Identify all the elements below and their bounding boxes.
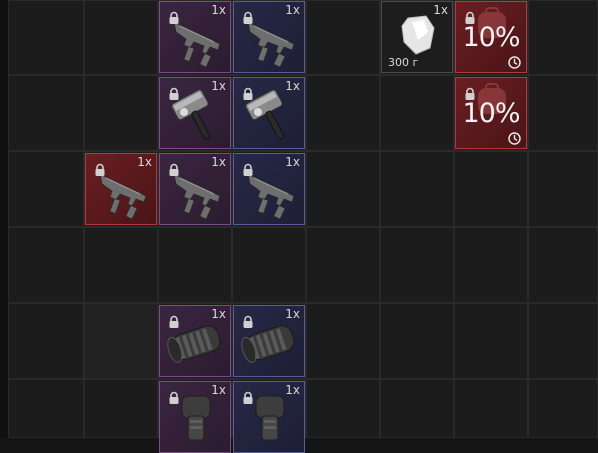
item-quantity: 1x — [211, 383, 226, 397]
inventory-item-magazine[interactable]: 1x — [233, 381, 305, 453]
inventory-empty-slot[interactable] — [380, 379, 454, 438]
inventory-empty-slot[interactable] — [454, 227, 528, 303]
inventory-empty-slot[interactable] — [306, 227, 380, 303]
inventory-item-part[interactable]: 1x — [233, 305, 305, 377]
inventory-empty-slot[interactable] — [528, 151, 598, 227]
inventory-empty-slot[interactable] — [306, 0, 380, 75]
item-quantity: 1x — [211, 155, 226, 169]
inventory-empty-slot[interactable] — [528, 75, 598, 151]
item-quantity: 1x — [285, 79, 300, 93]
inventory-empty-slot[interactable] — [454, 151, 528, 227]
lock-icon — [241, 314, 255, 328]
lock-icon — [241, 86, 255, 100]
lock-icon — [241, 10, 255, 24]
boost-percent: 10% — [462, 98, 520, 129]
inventory-empty-slot[interactable] — [380, 303, 454, 379]
inventory-empty-slot[interactable] — [8, 0, 84, 75]
inventory-empty-slot[interactable] — [306, 151, 380, 227]
item-quantity: 1x — [211, 3, 226, 17]
lock-icon — [167, 10, 181, 24]
lock-icon — [167, 314, 181, 328]
lock-icon — [93, 162, 107, 176]
item-quantity: 1x — [285, 3, 300, 17]
inventory-empty-slot[interactable] — [158, 227, 232, 303]
inventory-item-part[interactable]: 1x — [159, 305, 231, 377]
item-quantity: 1x — [433, 3, 448, 17]
item-weight: 300 г — [388, 56, 419, 69]
lock-icon — [463, 10, 477, 24]
inventory-item-smg[interactable]: 1x — [85, 153, 157, 225]
inventory-empty-slot[interactable] — [454, 303, 528, 379]
inventory-item-smg[interactable]: 1x — [159, 1, 231, 73]
item-quantity: 1x — [137, 155, 152, 169]
clock-icon — [508, 130, 521, 145]
inventory-empty-slot[interactable] — [528, 227, 598, 303]
clock-icon — [508, 54, 521, 69]
inventory-empty-slot[interactable] — [8, 151, 84, 227]
inventory-empty-slot[interactable] — [528, 303, 598, 379]
lock-icon — [463, 86, 477, 100]
inventory-empty-slot[interactable] — [8, 379, 84, 438]
inventory-empty-slot[interactable] — [8, 303, 84, 379]
inventory-empty-slot[interactable] — [380, 151, 454, 227]
item-quantity: 1x — [211, 307, 226, 321]
lock-icon — [241, 390, 255, 404]
inventory-empty-slot[interactable] — [528, 0, 598, 75]
inventory-empty-slot[interactable] — [84, 227, 158, 303]
inventory-item-hammer[interactable]: 1x — [233, 77, 305, 149]
inventory-item-crystal[interactable]: 1x 300 г — [381, 1, 453, 73]
item-quantity: 1x — [285, 155, 300, 169]
inventory-empty-slot[interactable] — [8, 75, 84, 151]
item-quantity: 1x — [285, 383, 300, 397]
inventory-empty-slot[interactable] — [84, 0, 158, 75]
inventory-empty-slot[interactable] — [84, 303, 158, 379]
lock-icon — [167, 162, 181, 176]
boost-percent: 10% — [462, 22, 520, 53]
item-quantity: 1x — [211, 79, 226, 93]
inventory-item-smg[interactable]: 1x — [233, 153, 305, 225]
inventory-empty-slot[interactable] — [380, 75, 454, 151]
item-quantity: 1x — [285, 307, 300, 321]
inventory-empty-slot[interactable] — [306, 379, 380, 438]
inventory-empty-slot[interactable] — [8, 227, 84, 303]
lock-icon — [167, 86, 181, 100]
inventory-item-boost[interactable]: 10% — [455, 1, 527, 73]
inventory-empty-slot[interactable] — [306, 303, 380, 379]
inventory-empty-slot[interactable] — [232, 227, 306, 303]
lock-icon — [241, 162, 255, 176]
inventory-empty-slot[interactable] — [84, 75, 158, 151]
inventory-empty-slot[interactable] — [528, 379, 598, 438]
inventory-item-hammer[interactable]: 1x — [159, 77, 231, 149]
inventory-empty-slot[interactable] — [454, 379, 528, 438]
lock-icon — [167, 390, 181, 404]
inventory-empty-slot[interactable] — [306, 75, 380, 151]
inventory-empty-slot[interactable] — [84, 379, 158, 438]
inventory-item-boost[interactable]: 10% — [455, 77, 527, 149]
inventory-empty-slot[interactable] — [380, 227, 454, 303]
inventory-left-edge — [0, 0, 8, 438]
inventory-item-magazine[interactable]: 1x — [159, 381, 231, 453]
inventory-item-smg[interactable]: 1x — [159, 153, 231, 225]
inventory-item-smg[interactable]: 1x — [233, 1, 305, 73]
